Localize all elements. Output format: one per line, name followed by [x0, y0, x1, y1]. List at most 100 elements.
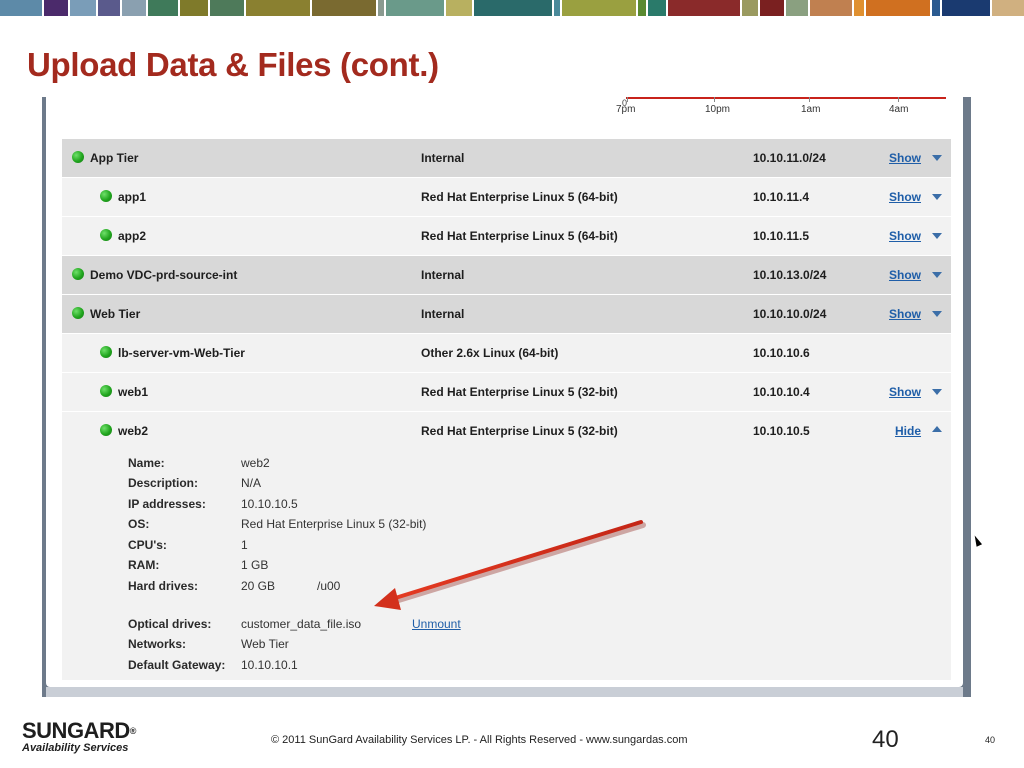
row-name: app2: [118, 229, 147, 243]
color-bar-segment: [378, 0, 384, 16]
detail-label: IP addresses:: [128, 497, 206, 511]
unmount-link[interactable]: Unmount: [412, 617, 461, 631]
chart-tick-label: 1am: [801, 104, 821, 115]
show-button[interactable]: Show: [889, 268, 921, 282]
hide-button[interactable]: Hide: [895, 424, 921, 438]
detail-label: Name:: [128, 456, 165, 470]
row-ip: 10.10.11.0/24: [753, 151, 826, 165]
status-running-icon: [72, 268, 84, 280]
detail-value: Web Tier: [241, 637, 289, 651]
logo-wordmark: SUNGARD®: [22, 720, 136, 742]
row-ip: 10.10.10.0/24: [753, 307, 827, 321]
network-vm-table: App Tier Internal 10.10.11.0/24 Show app…: [62, 139, 951, 681]
show-button[interactable]: Show: [889, 307, 921, 321]
detail-value: Red Hat Enterprise Linux 5 (32-bit): [241, 517, 427, 531]
row-ip: 10.10.11.5: [753, 229, 810, 243]
page-number-small: 40: [985, 735, 996, 745]
show-button[interactable]: Show: [889, 151, 921, 165]
detail-label: OS:: [128, 517, 150, 531]
color-bar-segment: [854, 0, 864, 16]
row-ip: 10.10.13.0/24: [753, 268, 827, 282]
chart-tick-label: 4am: [889, 104, 909, 115]
color-bar-segment: [44, 0, 68, 16]
row-os: Internal: [421, 268, 465, 282]
status-running-icon: [72, 307, 84, 319]
table-row[interactable]: App Tier Internal 10.10.11.0/24 Show: [62, 139, 951, 178]
color-bar-segment: [246, 0, 310, 16]
row-os: Other 2.6x Linux (64-bit): [421, 346, 559, 360]
row-os: Red Hat Enterprise Linux 5 (32-bit): [421, 424, 618, 438]
row-ip: 10.10.11.4: [753, 190, 810, 204]
table-row[interactable]: app2 Red Hat Enterprise Linux 5 (64-bit)…: [62, 217, 951, 256]
row-ip: 10.10.10.4: [753, 385, 810, 399]
slide-title: Upload Data & Files (cont.): [27, 46, 439, 83]
chart-tick-mark: [898, 97, 899, 102]
chevron-down-icon[interactable]: [932, 311, 942, 317]
table-row[interactable]: app1 Red Hat Enterprise Linux 5 (64-bit)…: [62, 178, 951, 217]
color-bar-segment: [760, 0, 784, 16]
detail-label: Networks:: [128, 637, 187, 651]
detail-value: customer_data_file.iso: [241, 617, 362, 631]
row-name: lb-server-vm-Web-Tier: [118, 346, 245, 360]
screenshot-bottom-edge: [46, 687, 963, 697]
row-os: Red Hat Enterprise Linux 5 (32-bit): [421, 385, 618, 399]
color-bar-segment: [786, 0, 808, 16]
color-bar-segment: [98, 0, 120, 16]
detail-label: RAM:: [128, 558, 160, 572]
decorative-color-bar: [0, 0, 1024, 16]
table-row[interactable]: Demo VDC-prd-source-int Internal 10.10.1…: [62, 256, 951, 295]
show-button[interactable]: Show: [889, 385, 921, 399]
detail-value: 10.10.10.5: [241, 497, 298, 511]
screenshot-frame: 0 7pm 10pm 1am 4am App Tier Internal 10.…: [42, 97, 971, 697]
color-bar-segment: [148, 0, 178, 16]
color-bar-segment: [942, 0, 990, 16]
detail-value: 1: [241, 538, 248, 552]
row-os: Internal: [421, 307, 465, 321]
chevron-up-icon[interactable]: [932, 426, 942, 432]
color-bar-segment: [554, 0, 560, 16]
detail-label: Hard drives:: [128, 579, 199, 593]
chart-tick-label: 10pm: [705, 104, 731, 115]
logo-subtitle: Availability Services: [22, 742, 129, 754]
chevron-down-icon[interactable]: [932, 194, 942, 200]
mouse-cursor-icon: [971, 534, 983, 547]
row-os: Red Hat Enterprise Linux 5 (64-bit): [421, 229, 618, 243]
copyright-text: © 2011 SunGard Availability Services LP.…: [271, 734, 688, 746]
table-row[interactable]: Web Tier Internal 10.10.10.0/24 Show: [62, 295, 951, 334]
show-button[interactable]: Show: [889, 229, 921, 243]
status-running-icon: [100, 229, 112, 241]
detail-label: Default Gateway:: [128, 658, 226, 672]
row-ip: 10.10.10.6: [753, 346, 810, 360]
color-bar-segment: [638, 0, 646, 16]
row-name: App Tier: [90, 151, 139, 165]
chart-tick-label: 7pm: [616, 104, 636, 115]
status-running-icon: [100, 346, 112, 358]
table-row[interactable]: web1 Red Hat Enterprise Linux 5 (32-bit)…: [62, 373, 951, 412]
logo-main-text: SUNGARD: [22, 718, 130, 743]
color-bar-segment: [474, 0, 552, 16]
color-bar-segment: [810, 0, 852, 16]
color-bar-segment: [0, 0, 42, 16]
table-row[interactable]: lb-server-vm-Web-Tier Other 2.6x Linux (…: [62, 334, 951, 373]
chevron-down-icon[interactable]: [932, 233, 942, 239]
color-bar-segment: [446, 0, 472, 16]
chevron-down-icon[interactable]: [932, 389, 942, 395]
show-button[interactable]: Show: [889, 190, 921, 204]
vm-details-panel: Name: web2 Description: N/A IP addresses…: [62, 450, 951, 680]
detail-value: web2: [241, 456, 270, 470]
color-bar-segment: [180, 0, 208, 16]
row-name: web1: [118, 385, 149, 399]
status-running-icon: [100, 385, 112, 397]
screenshot-panel: 0 7pm 10pm 1am 4am App Tier Internal 10.…: [46, 97, 963, 687]
color-bar-segment: [210, 0, 244, 16]
row-name: Demo VDC-prd-source-int: [90, 268, 238, 282]
table-row[interactable]: web2 Red Hat Enterprise Linux 5 (32-bit)…: [62, 412, 951, 451]
detail-value: N/A: [241, 476, 262, 490]
row-os: Internal: [421, 151, 465, 165]
chevron-down-icon[interactable]: [932, 155, 942, 161]
detail-mount-point: /u00: [317, 579, 341, 593]
color-bar-segment: [70, 0, 96, 16]
status-running-icon: [100, 424, 112, 436]
chevron-down-icon[interactable]: [932, 272, 942, 278]
color-bar-segment: [562, 0, 636, 16]
